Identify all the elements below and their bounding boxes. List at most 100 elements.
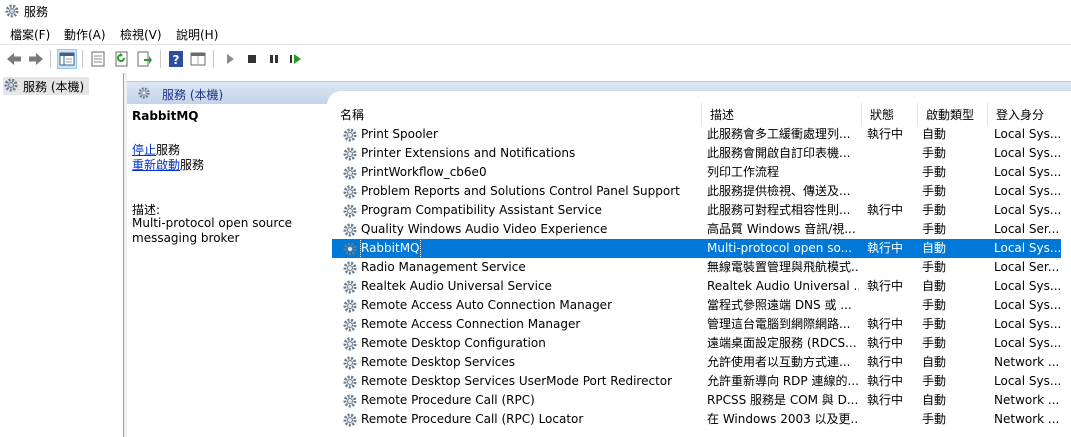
service-gear-icon [342, 260, 358, 276]
table-row[interactable]: Remote Procedure Call (RPC) RPCSS 服務是 COM… [332, 391, 1061, 410]
column-header-name[interactable]: 名稱 [332, 103, 702, 125]
service-status [867, 163, 917, 182]
service-gear-icon [342, 127, 358, 143]
service-gear-icon [342, 222, 358, 238]
service-logon: Local Sys... [994, 317, 1061, 331]
export-icon[interactable] [135, 49, 155, 69]
service-name: Print Spooler [361, 127, 438, 141]
stop-icon[interactable] [242, 49, 262, 69]
restart-service-link[interactable]: 重新啟動 [132, 158, 180, 172]
service-startup-type: 手動 [922, 184, 947, 198]
service-description: 遠端桌面設定服務 (RDCS... [707, 336, 857, 350]
extended-description-panel: RabbitMQ 停止服務 重新啟動服務 描述: Multi-protocol … [127, 103, 330, 437]
service-name: Quality Windows Audio Video Experience [361, 222, 608, 236]
table-row[interactable]: Problem Reports and Solutions Control Pa… [332, 182, 1061, 201]
service-gear-icon [342, 412, 358, 428]
column-header-startup[interactable]: 啟動類型 [918, 103, 988, 125]
table-row[interactable]: Realtek Audio Universal Service Realtek A… [332, 277, 1061, 296]
service-status: 執行中 [867, 203, 904, 217]
menu-view[interactable]: 檢視(V) [120, 26, 162, 43]
menu-action[interactable]: 動作(A) [64, 26, 106, 43]
title-bar: 服務 [0, 0, 1071, 22]
service-logon: Local Sys... [994, 374, 1061, 388]
view-icon[interactable] [188, 49, 208, 69]
table-row[interactable]: Remote Access Auto Connection Manager 當程式… [332, 296, 1061, 315]
services-list: ^ 名稱 描述 狀態 啟動類型 登入身分 Print Spooler 此服務會多工… [332, 103, 1071, 437]
console-tree-icon[interactable] [57, 49, 77, 69]
service-name-cell: Remote Procedure Call (RPC) [342, 391, 698, 410]
service-status [867, 258, 917, 277]
toolbar: ? [0, 44, 1071, 74]
refresh-icon[interactable] [112, 49, 132, 69]
column-header-status[interactable]: 狀態 [862, 103, 918, 125]
column-header-description[interactable]: 描述 [702, 103, 862, 125]
help-icon[interactable]: ? [166, 49, 186, 69]
selected-service-name: RabbitMQ [132, 109, 199, 123]
table-row[interactable]: Print Spooler 此服務會多工緩衝處理列... 執行中 自動 Local Sy… [332, 125, 1061, 144]
table-row[interactable]: Remote Access Connection Manager 管理這台電腦到網… [332, 315, 1061, 334]
table-row[interactable]: Radio Management Service 無線電裝置管理與飛航模式... 手… [332, 258, 1061, 277]
service-status [867, 296, 917, 315]
gear-icon [3, 77, 19, 96]
stop-service-link[interactable]: 停止 [132, 143, 156, 157]
service-name: Problem Reports and Solutions Control Pa… [361, 184, 680, 198]
service-status: 執行中 [867, 317, 904, 331]
service-name: Radio Management Service [361, 260, 526, 274]
service-description: 允許使用者以互動方式連... [707, 355, 851, 369]
service-gear-icon [342, 146, 358, 162]
service-status: 執行中 [867, 374, 904, 388]
service-startup-type: 手動 [922, 336, 947, 350]
toolbar-separator [160, 50, 161, 68]
pause-icon[interactable] [264, 49, 284, 69]
service-name-cell: PrintWorkflow_cb6e0 [342, 163, 698, 182]
properties-icon[interactable] [88, 49, 108, 69]
service-status: 執行中 [867, 355, 904, 369]
service-startup-type: 手動 [922, 165, 947, 179]
back-arrow-icon[interactable] [4, 49, 24, 69]
service-description: 此服務可對程式相容性則... [707, 203, 851, 217]
service-name-cell: Quality Windows Audio Video Experience [342, 220, 698, 239]
service-name: Remote Access Connection Manager [361, 317, 581, 331]
service-description: RPCSS 服務是 COM 與 D... [707, 393, 859, 407]
table-row[interactable]: Remote Desktop Services 允許使用者以互動方式連... 執行中… [332, 353, 1061, 372]
gear-icon [137, 86, 151, 103]
toolbar-separator [82, 50, 83, 68]
toolbar-separator [213, 50, 214, 68]
service-status [867, 410, 917, 429]
service-description: 無線電裝置管理與飛航模式... [707, 260, 859, 274]
table-row[interactable]: Quality Windows Audio Video Experience 高品… [332, 220, 1061, 239]
service-description: 此服務會多工緩衝處理列... [707, 127, 851, 141]
table-row[interactable]: Remote Procedure Call (RPC) Locator 在 Win… [332, 410, 1061, 429]
service-status: 執行中 [867, 336, 904, 350]
service-name: Remote Desktop Services UserMode Port Re… [361, 374, 673, 388]
tree-node-services-local[interactable]: 服務 (本機) [3, 77, 89, 95]
service-description: 列印工作流程 [707, 165, 780, 179]
restart-icon[interactable] [286, 49, 306, 69]
play-icon[interactable] [220, 49, 240, 69]
service-startup-type: 手動 [922, 222, 947, 236]
table-row[interactable]: PrintWorkflow_cb6e0 列印工作流程 手動 Local Sys... [332, 163, 1061, 182]
service-logon: Local Sys... [994, 165, 1061, 179]
table-row[interactable]: Program Compatibility Assistant Service 此… [332, 201, 1061, 220]
service-status: 執行中 [867, 241, 904, 255]
service-name-cell: Remote Access Connection Manager [342, 315, 698, 334]
table-row[interactable]: RabbitMQ Multi-protocol open so... 執行中 自動 Lo… [332, 239, 1061, 258]
service-gear-icon [342, 165, 358, 181]
service-name: Remote Procedure Call (RPC) Locator [361, 412, 584, 426]
service-status: 執行中 [867, 279, 904, 293]
service-startup-type: 手動 [922, 412, 947, 426]
table-row[interactable]: Printer Extensions and Notifications 此服務會… [332, 144, 1061, 163]
service-name-cell: Realtek Audio Universal Service [342, 277, 698, 296]
table-row[interactable]: Remote Desktop Configuration 遠端桌面設定服務 (RD… [332, 334, 1061, 353]
menu-file[interactable]: 檔案(F) [10, 26, 50, 43]
list-header: ^ 名稱 描述 狀態 啟動類型 登入身分 [332, 103, 1071, 125]
table-row[interactable]: Remote Desktop Services UserMode Port Re… [332, 372, 1061, 391]
service-logon: Network ... [994, 393, 1060, 407]
menu-help[interactable]: 說明(H) [176, 26, 218, 43]
forward-arrow-icon[interactable] [26, 49, 46, 69]
service-description: 在 Windows 2003 以及更... [707, 412, 859, 426]
service-name-cell: Remote Desktop Services [342, 353, 698, 372]
column-header-logon[interactable]: 登入身分 [988, 103, 1071, 125]
service-description: 允許重新導向 RDP 連線的... [707, 374, 859, 388]
description-text: Multi-protocol open source messaging bro… [132, 216, 293, 245]
